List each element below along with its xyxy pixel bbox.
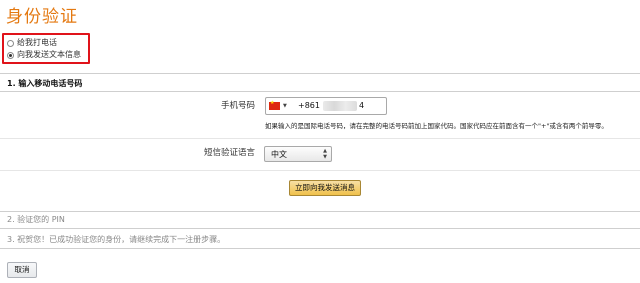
step-2-heading: 2. 验证您的 PIN: [7, 215, 65, 224]
phone-label: 手机号码: [220, 101, 255, 111]
sms-language-label: 短信验证语言: [203, 148, 255, 158]
phone-value[interactable]: +861: [298, 101, 320, 111]
divider: [0, 91, 640, 92]
send-text-label[interactable]: 向我发送文本信息: [17, 50, 81, 60]
divider: [0, 170, 640, 171]
send-text-radio[interactable]: [7, 52, 14, 59]
divider: [0, 211, 640, 212]
phone-hint: 如果输入的是国际电话号码，请在完整的电话号码前加上国家代码。国家代码应在前面含有…: [265, 122, 608, 130]
chevron-down-icon[interactable]: ▼: [283, 103, 287, 109]
cancel-button[interactable]: 取消: [7, 262, 37, 278]
sms-language-value: 中文: [271, 150, 287, 159]
send-message-button[interactable]: 立即向我发送消息: [289, 180, 361, 196]
step-3-heading: 3. 祝贺您！已成功验证您的身份，请继续完成下一注册步骤。: [7, 235, 226, 244]
phone-input[interactable]: ▼ +861 4: [265, 97, 387, 115]
page-title: 身份验证: [6, 7, 78, 27]
divider: [0, 73, 640, 74]
select-arrows-icon: ▲ ▼: [323, 148, 327, 160]
divider: [0, 228, 640, 229]
divider: [0, 138, 640, 139]
sms-language-select[interactable]: 中文 ▲ ▼: [264, 146, 332, 162]
call-me-radio[interactable]: [7, 40, 14, 47]
phone-value-suffix[interactable]: 4: [359, 101, 364, 111]
redacted-phone-digits: [323, 101, 357, 111]
call-me-label[interactable]: 给我打电话: [17, 38, 57, 48]
china-flag-icon[interactable]: [269, 100, 280, 110]
divider: [0, 248, 640, 249]
step-1-heading: 1. 输入移动电话号码: [7, 79, 83, 88]
